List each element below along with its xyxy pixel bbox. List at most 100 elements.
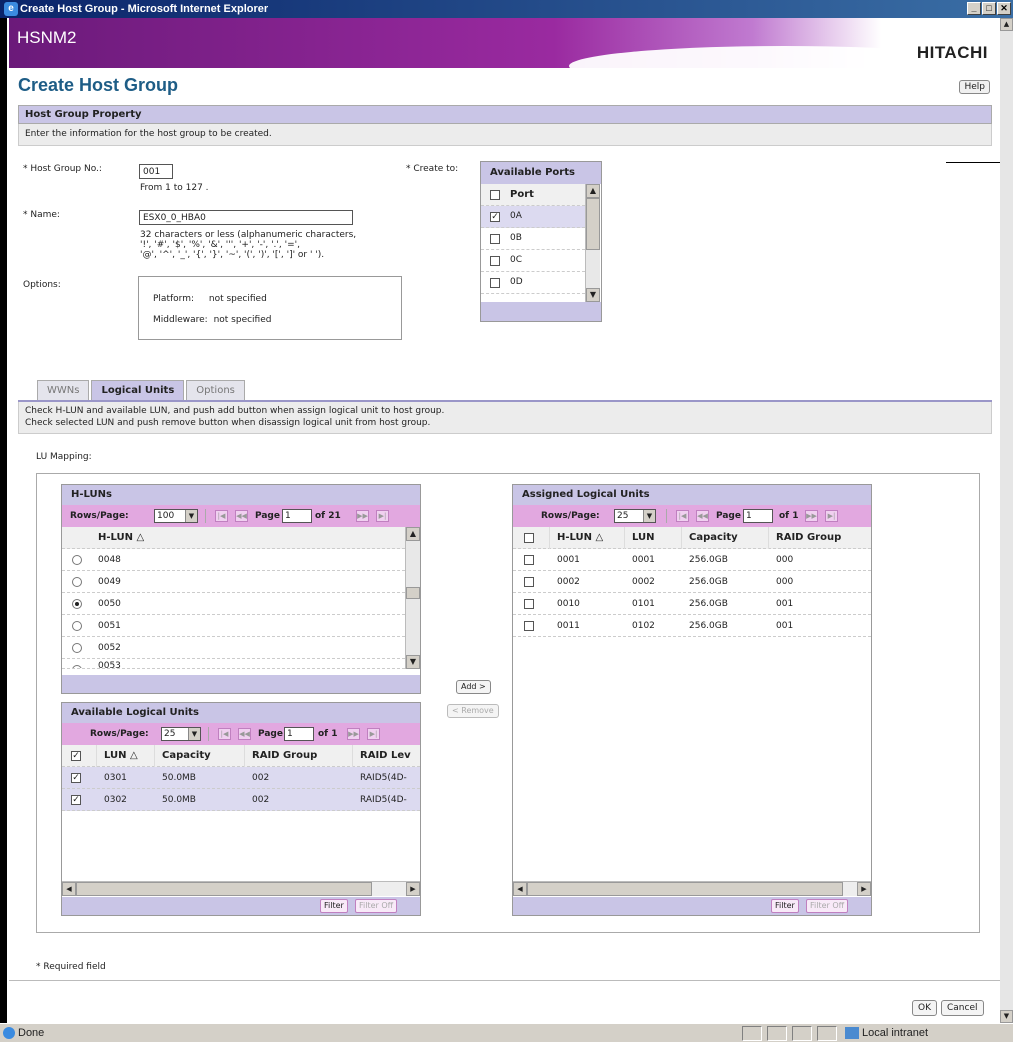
maximize-button[interactable]: □ [982,2,996,15]
table-row[interactable]: 0052 [62,637,405,659]
tab-logical-units[interactable]: Logical Units [91,380,185,400]
hlun-radio[interactable] [72,555,82,565]
lun-column-header[interactable]: LUN [632,527,655,549]
table-row[interactable]: ✓ 0302 50.0MB 002 RAID5(4D- [62,789,420,811]
page-input[interactable]: 1 [284,727,314,741]
capacity-cell: 50.0MB [162,795,196,805]
port-checkbox[interactable]: ✓ [490,212,500,222]
table-row[interactable]: 0010 0101 256.0GB 001 [513,593,871,615]
hlun-column-header[interactable]: H-LUN △ [98,527,144,549]
hlun-radio[interactable] [72,599,82,609]
last-page-icon[interactable]: ▶| [376,510,389,522]
scroll-left-icon[interactable]: ◀ [513,882,527,896]
select-all-checkbox[interactable]: ✓ [71,751,81,761]
name-input[interactable]: ESX0_0_HBA0 [139,210,353,225]
table-row[interactable]: 0001 0001 256.0GB 000 [513,549,871,571]
close-button[interactable]: ✕ [997,2,1011,15]
select-all-checkbox[interactable] [524,533,534,543]
filter-button[interactable]: Filter [771,899,799,913]
row-checkbox[interactable]: ✓ [71,773,81,783]
scroll-thumb[interactable] [527,882,843,896]
add-button[interactable]: Add > [456,680,491,694]
page-input[interactable]: 1 [743,509,773,523]
port-value: 0D [510,277,523,287]
rows-per-page-select[interactable]: 25 ▼ [614,509,656,523]
cancel-button[interactable]: Cancel [941,1000,984,1016]
first-page-icon[interactable]: |◀ [218,728,231,740]
host-group-no-input[interactable]: 001 [139,164,173,179]
row-checkbox[interactable] [524,599,534,609]
capacity-column-header[interactable]: Capacity [162,745,211,767]
table-row[interactable]: 0048 [62,549,405,571]
scroll-right-icon[interactable]: ▶ [406,882,420,896]
hlun-radio[interactable] [72,577,82,587]
table-row[interactable]: 0011 0102 256.0GB 001 [513,615,871,637]
hlun-radio[interactable] [72,643,82,653]
row-checkbox[interactable]: ✓ [71,795,81,805]
ok-button[interactable]: OK [912,1000,937,1016]
scroll-thumb[interactable] [586,198,600,250]
port-row[interactable]: 0B [481,228,585,250]
table-row[interactable]: ✓ 0301 50.0MB 002 RAID5(4D- [62,767,420,789]
table-row[interactable]: 0053 [62,659,405,669]
scroll-up-icon[interactable]: ▲ [1000,18,1013,31]
next-page-icon[interactable]: ▶▶ [356,510,369,522]
scroll-up-icon[interactable]: ▲ [406,527,420,541]
hlun-radio[interactable] [72,621,82,631]
tab-wwns[interactable]: WWNs [37,380,90,400]
last-page-icon[interactable]: ▶| [825,510,838,522]
prev-page-icon[interactable]: ◀◀ [238,728,251,740]
port-checkbox[interactable] [490,256,500,266]
filter-off-button[interactable]: Filter Off [355,899,398,913]
first-page-icon[interactable]: |◀ [676,510,689,522]
rows-per-page-select[interactable]: 100 ▼ [154,509,198,523]
hlun-radio[interactable] [72,665,82,668]
table-row[interactable]: 0051 [62,615,405,637]
available-lus-hscrollbar[interactable]: ◀ ▶ [62,881,420,896]
lun-column-header[interactable]: LUN △ [104,745,138,767]
port-row[interactable]: 0D [481,272,585,294]
last-page-icon[interactable]: ▶| [367,728,380,740]
port-checkbox[interactable] [490,234,500,244]
scroll-down-icon[interactable]: ▼ [586,288,600,302]
table-row[interactable]: 0002 0002 256.0GB 000 [513,571,871,593]
table-row[interactable]: 0049 [62,571,405,593]
raid-group-column-header[interactable]: RAID Group [252,745,317,767]
port-row[interactable]: ✓ 0A [481,206,585,228]
rows-per-page-select[interactable]: 25 ▼ [161,727,201,741]
next-page-icon[interactable]: ▶▶ [347,728,360,740]
remove-button[interactable]: < Remove [447,704,499,718]
table-row[interactable]: 0050 [62,593,405,615]
scroll-right-icon[interactable]: ▶ [857,882,871,896]
raid-level-column-header[interactable]: RAID Lev [360,745,420,767]
ports-scrollbar[interactable]: ▲ ▼ [585,184,600,302]
next-page-icon[interactable]: ▶▶ [805,510,818,522]
raid-group-column-header[interactable]: RAID Group [776,527,841,549]
prev-page-icon[interactable]: ◀◀ [235,510,248,522]
page-input[interactable]: 1 [282,509,312,523]
port-row[interactable]: 0C [481,250,585,272]
tab-options[interactable]: Options [186,380,245,400]
scroll-left-icon[interactable]: ◀ [62,882,76,896]
port-checkbox[interactable] [490,278,500,288]
scroll-down-icon[interactable]: ▼ [1000,1010,1013,1023]
scroll-thumb[interactable] [76,882,372,896]
prev-page-icon[interactable]: ◀◀ [696,510,709,522]
hluns-scrollbar[interactable]: ▲ ▼ [405,527,420,669]
capacity-column-header[interactable]: Capacity [689,527,738,549]
row-checkbox[interactable] [524,577,534,587]
hlun-column-header[interactable]: H-LUN △ [557,527,603,549]
filter-off-button[interactable]: Filter Off [806,899,849,913]
scroll-up-icon[interactable]: ▲ [586,184,600,198]
minimize-button[interactable]: _ [967,2,981,15]
ports-select-all-checkbox[interactable] [490,190,500,200]
page-scrollbar[interactable]: ▲ ▼ [1000,18,1013,1023]
filter-button[interactable]: Filter [320,899,348,913]
assigned-lus-hscrollbar[interactable]: ◀ ▶ [513,881,871,896]
row-checkbox[interactable] [524,555,534,565]
row-checkbox[interactable] [524,621,534,631]
first-page-icon[interactable]: |◀ [215,510,228,522]
scroll-thumb[interactable] [406,587,420,599]
help-button[interactable]: Help [959,80,990,94]
scroll-down-icon[interactable]: ▼ [406,655,420,669]
